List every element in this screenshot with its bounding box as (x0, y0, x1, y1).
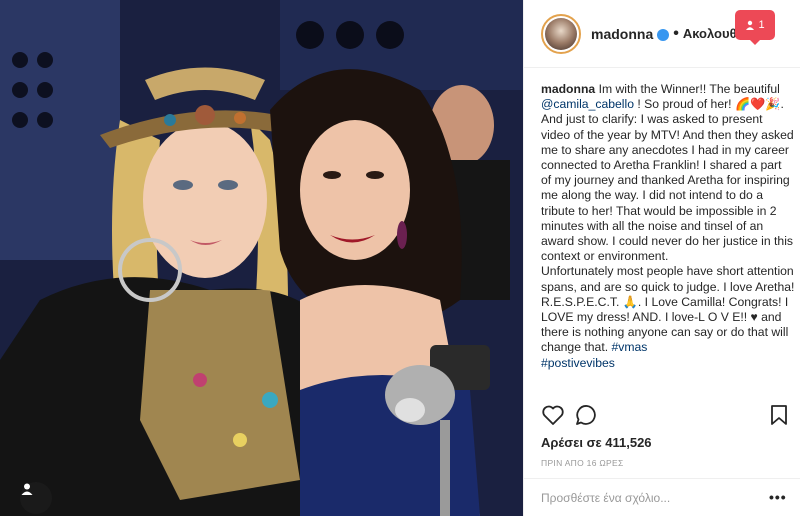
user-icon (21, 483, 33, 495)
post-panel: madonna • Ακολουθείτε 1 madonna Im with … (523, 0, 800, 516)
person-icon (746, 20, 755, 30)
notification-count: 1 (758, 19, 765, 31)
caption-username[interactable]: madonna (541, 82, 595, 96)
comment-input[interactable] (541, 489, 751, 507)
caption-text: Im with the Winner!! The beautiful (598, 82, 780, 96)
post-timestamp[interactable]: ΠΡΙΝ ΑΠΟ 16 ΩΡΕΣ (541, 458, 624, 468)
post-caption: madonna Im with the Winner!! The beautif… (541, 82, 795, 371)
more-options-button[interactable]: ••• (769, 489, 787, 505)
heart-icon[interactable] (541, 404, 565, 426)
separator-dot: • (673, 24, 679, 42)
verified-icon (657, 28, 670, 41)
avatar[interactable] (541, 13, 581, 54)
caption-text: Unfortunately most people have short att… (541, 264, 795, 355)
hashtag-link[interactable]: #vmas (611, 340, 647, 354)
hashtag-link[interactable]: #postivevibes (541, 356, 615, 370)
action-bar (541, 404, 791, 428)
likes-count[interactable]: Αρέσει σε 411,526 (541, 435, 652, 450)
comment-icon[interactable] (575, 404, 599, 426)
post-photo[interactable] (0, 0, 523, 516)
photo-illustration (0, 0, 523, 516)
bookmark-icon[interactable] (769, 404, 789, 426)
notification-badge[interactable]: 1 (735, 10, 775, 45)
caption-text: ! So proud of her! 🌈❤️🎉. And just to cla… (541, 97, 794, 264)
comment-bar: ••• (524, 478, 800, 516)
mention-link[interactable]: @camila_cabello (541, 97, 634, 111)
user-tag-button[interactable] (20, 482, 52, 514)
username-link[interactable]: madonna (591, 26, 653, 42)
